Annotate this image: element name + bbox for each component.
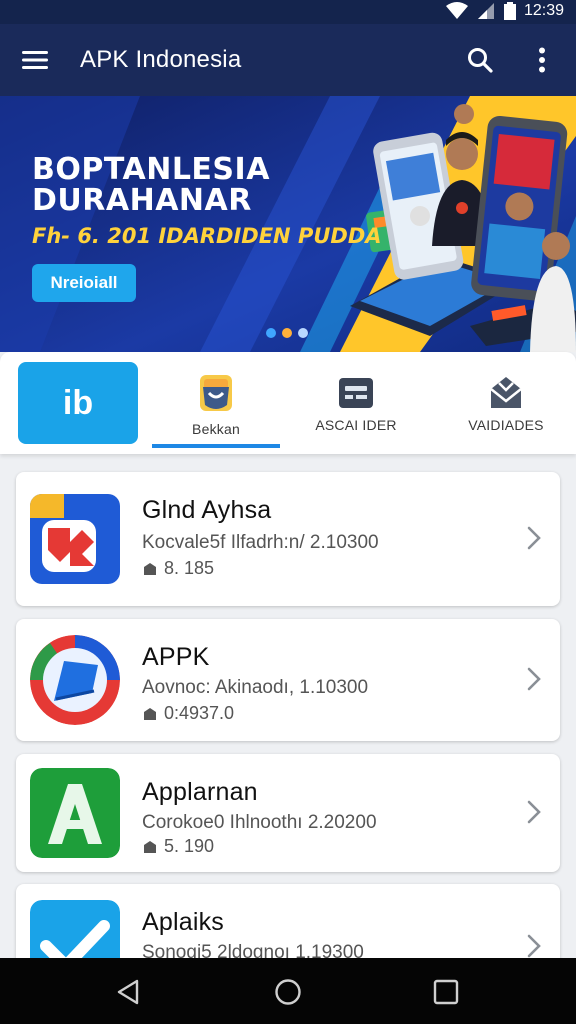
chevron-right-icon[interactable] [522, 796, 546, 828]
download-icon [144, 562, 156, 575]
envelope-icon [490, 377, 522, 408]
page-dot[interactable] [266, 328, 276, 338]
banner-subtitle: Fh- 6. 201 IDARDIDEN PUDDA [32, 224, 382, 248]
banner-button[interactable]: Nreioiall [32, 264, 136, 302]
download-icon [144, 840, 156, 853]
tab-home[interactable]: ib [18, 362, 138, 444]
red-arrow-app-icon [30, 494, 120, 584]
app-download-count: 0:4937.0 [142, 703, 234, 724]
status-bar: 12:39 [0, 0, 576, 24]
download-icon [144, 707, 156, 720]
bag-icon [200, 375, 232, 411]
page-dot[interactable] [298, 328, 308, 338]
app-card[interactable]: Glnd Ayhsa Kocvale5f Ilfadrh:n/ 2.10300 … [16, 472, 560, 606]
tab-label: ASCAI IDER [315, 417, 397, 433]
tab-vaidiades[interactable]: VAIDIADES [442, 362, 570, 446]
app-count-text: 0:4937.0 [164, 703, 235, 723]
app-meta: Kocvale5f Ilfadrh:n/ 2.10300 [142, 532, 379, 553]
promo-banner[interactable]: BOPTANLESIA DURAHANAR Fh- 6. 201 IDARDID… [0, 96, 576, 352]
search-icon[interactable] [462, 42, 498, 78]
page-dot[interactable] [282, 328, 292, 338]
chevron-right-icon[interactable] [522, 663, 546, 695]
battery-icon [503, 2, 516, 20]
more-vert-icon[interactable] [526, 42, 558, 78]
banner-title: BOPTANLESIA DURAHANAR [32, 152, 270, 218]
app-bar: APK Indonesia [0, 24, 576, 96]
app-meta: Corokoe0 Ihlnoothı 2.20200 [142, 812, 377, 833]
system-nav-bar [0, 958, 576, 1024]
home-icon[interactable] [272, 976, 304, 1008]
app-name: Applarnan [142, 778, 258, 806]
app-meta: Aovnoc: Akinaodı, 1.10300 [142, 677, 369, 698]
app-title: APK Indonesia [80, 46, 242, 73]
app-count-text: 8. 185 [164, 558, 215, 578]
app-count-text: 5. 190 [164, 836, 215, 856]
banner-page-dots [266, 328, 308, 338]
category-tabs: ib Bekkan ASCAI IDER VAIDIADES [0, 352, 576, 454]
tab-bekkan[interactable]: Bekkan [152, 362, 280, 446]
chevron-right-icon[interactable] [522, 522, 546, 554]
app-download-count: 8. 185 [142, 558, 214, 579]
card-icon [339, 378, 373, 408]
recents-icon[interactable] [430, 976, 462, 1008]
app-download-count: 5. 190 [142, 836, 214, 857]
tab-label: VAIDIADES [468, 417, 544, 433]
wifi-icon [445, 2, 468, 19]
back-icon[interactable] [112, 976, 144, 1008]
tab-selected-indicator [152, 444, 280, 448]
app-name: Glnd Ayhsa [142, 496, 272, 524]
status-time: 12:39 [523, 2, 564, 19]
tab-ascai-ider[interactable]: ASCAI IDER [292, 362, 420, 446]
blue-kite-app-icon [30, 635, 120, 725]
app-card[interactable]: APPK Aovnoc: Akinaodı, 1.10300 0:4937.0 [16, 619, 560, 741]
app-name: APPK [142, 643, 210, 671]
app-card[interactable]: Applarnan Corokoe0 Ihlnoothı 2.20200 5. … [16, 754, 560, 872]
signal-icon [477, 3, 494, 19]
green-a-app-icon [30, 768, 120, 858]
tab-label: Bekkan [192, 421, 240, 437]
home-logo-icon: ib [62, 383, 94, 422]
menu-icon[interactable] [18, 44, 52, 76]
app-name: Aplaiks [142, 908, 224, 936]
